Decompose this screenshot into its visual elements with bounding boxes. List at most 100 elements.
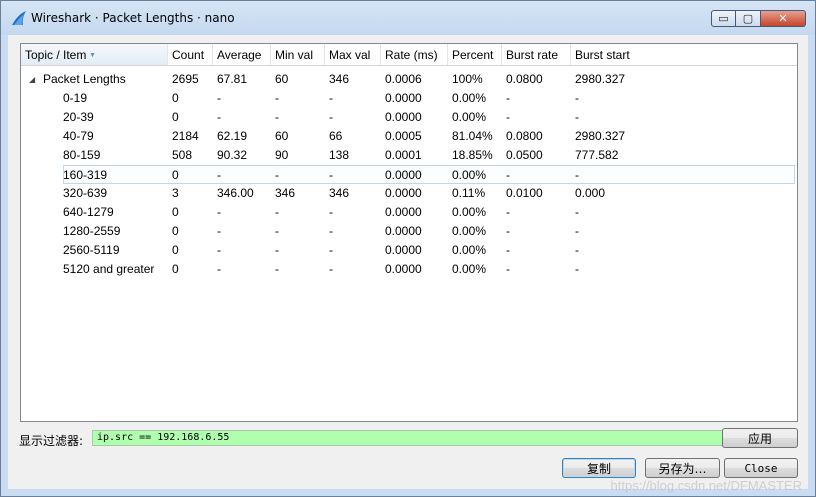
cell-burst-rate: - bbox=[506, 110, 510, 124]
cell-average: - bbox=[217, 91, 221, 105]
cell-burst-rate: - bbox=[506, 224, 510, 238]
cell-rate: 0.0000 bbox=[385, 205, 422, 219]
cell-burst-rate: - bbox=[506, 91, 510, 105]
table-row[interactable]: 640-1279 0 - - - 0.0000 0.00% - - bbox=[21, 203, 797, 222]
column-header-rate[interactable]: Rate (ms) bbox=[381, 44, 448, 65]
cell-average: 62.19 bbox=[217, 129, 248, 143]
cell-percent: 100% bbox=[452, 72, 483, 86]
cell-percent: 81.04% bbox=[452, 129, 493, 143]
column-header-average[interactable]: Average bbox=[213, 44, 271, 65]
cell-rate: 0.0000 bbox=[385, 91, 422, 105]
table-row[interactable]: 5120 and greater 0 - - - 0.0000 0.00% - - bbox=[21, 260, 797, 279]
table-row[interactable]: ◢ Packet Lengths 2695 67.81 60 346 0.0006 100% 0… bbox=[21, 70, 797, 89]
cell-topic: 1280-2559 bbox=[63, 224, 121, 238]
column-header-burst-start[interactable]: Burst start bbox=[571, 44, 797, 65]
cell-percent: 0.11% bbox=[452, 186, 486, 200]
cell-max-val: - bbox=[329, 205, 333, 219]
cell-min-val: - bbox=[275, 243, 279, 257]
table-header: Topic / Item ▼ Count Average Min val Max… bbox=[21, 44, 797, 66]
cell-average: - bbox=[217, 243, 221, 257]
apply-button[interactable]: 应用 bbox=[722, 428, 798, 448]
cell-percent: 0.00% bbox=[452, 205, 487, 219]
table-row[interactable]: 40-79 2184 62.19 60 66 0.0005 81.04% 0.0800 2980… bbox=[21, 127, 797, 146]
display-filter-input[interactable]: ip.src == 192.168.6.55 bbox=[92, 430, 724, 446]
cell-count: 0 bbox=[172, 243, 179, 257]
table-row[interactable]: 80-159 508 90.32 90 138 0.0001 18.85% 0.0500 777… bbox=[21, 146, 797, 165]
table-row[interactable]: 320-639 3 346.00 346 346 0.0000 0.11% 0.0100 0.0… bbox=[21, 184, 797, 203]
column-header-max-val[interactable]: Max val bbox=[325, 44, 381, 65]
stats-tree[interactable]: Topic / Item ▼ Count Average Min val Max… bbox=[20, 43, 798, 422]
cell-count: 0 bbox=[172, 91, 179, 105]
cell-rate: 0.0000 bbox=[385, 110, 422, 124]
table-row[interactable]: 160-319 0 - - - 0.0000 0.00% - - bbox=[63, 165, 795, 184]
maximize-button[interactable]: ▢ bbox=[736, 10, 761, 27]
cell-count: 0 bbox=[172, 110, 179, 124]
title-bar[interactable]: Wireshark · Packet Lengths · nano ▭ ▢ ✕ bbox=[1, 1, 815, 35]
table-row[interactable]: 0-19 0 - - - 0.0000 0.00% - - bbox=[21, 89, 797, 108]
cell-topic: 640-1279 bbox=[63, 205, 114, 219]
cell-burst-start: - bbox=[575, 262, 579, 276]
cell-max-val: 346 bbox=[329, 186, 350, 200]
cell-topic: 2560-5119 bbox=[63, 243, 120, 257]
cell-min-val: - bbox=[275, 205, 279, 219]
cell-burst-rate: 0.0100 bbox=[506, 186, 543, 200]
wireshark-fin-icon bbox=[12, 11, 26, 25]
cell-min-val: 60 bbox=[275, 129, 289, 143]
copy-button[interactable]: 复制 bbox=[562, 458, 636, 478]
cell-count: 508 bbox=[172, 148, 193, 162]
cell-burst-start: - bbox=[575, 168, 579, 182]
cell-average: - bbox=[217, 224, 221, 238]
cell-rate: 0.0000 bbox=[385, 262, 422, 276]
cell-burst-rate: - bbox=[506, 262, 510, 276]
column-header-burst-rate[interactable]: Burst rate bbox=[502, 44, 571, 65]
dialog-body: Topic / Item ▼ Count Average Min val Max… bbox=[8, 35, 808, 489]
cell-min-val: 90 bbox=[275, 148, 289, 162]
window-controls: ▭ ▢ ✕ bbox=[711, 10, 806, 28]
save-as-button[interactable]: 另存为… bbox=[645, 458, 720, 478]
cell-burst-start: - bbox=[575, 243, 579, 257]
cell-burst-start: 0.000 bbox=[575, 186, 606, 200]
close-window-button[interactable]: ✕ bbox=[761, 10, 806, 27]
table-row[interactable]: 2560-5119 0 - - - 0.0000 0.00% - - bbox=[21, 241, 797, 260]
cell-topic: 80-159 bbox=[63, 148, 101, 162]
column-header-percent[interactable]: Percent bbox=[448, 44, 502, 65]
cell-max-val: - bbox=[329, 168, 333, 182]
close-button[interactable]: Close bbox=[724, 458, 798, 478]
cell-topic: 40-79 bbox=[63, 129, 94, 143]
dialog-window: Wireshark · Packet Lengths · nano ▭ ▢ ✕ … bbox=[0, 0, 816, 497]
cell-percent: 18.85% bbox=[452, 148, 493, 162]
cell-average: - bbox=[217, 262, 221, 276]
cell-topic: 160-319 bbox=[63, 168, 108, 182]
cell-burst-rate: - bbox=[506, 243, 510, 257]
cell-percent: 0.00% bbox=[452, 262, 487, 276]
cell-min-val: 346 bbox=[275, 186, 296, 200]
cell-rate: 0.0000 bbox=[385, 224, 422, 238]
table-row[interactable]: 1280-2559 0 - - - 0.0000 0.00% - - bbox=[21, 222, 797, 241]
cell-burst-rate: - bbox=[506, 168, 510, 182]
cell-count: 0 bbox=[172, 205, 179, 219]
column-header-min-val[interactable]: Min val bbox=[271, 44, 325, 65]
maximize-icon: ▢ bbox=[742, 12, 754, 25]
cell-count: 0 bbox=[172, 262, 179, 276]
column-header-count[interactable]: Count bbox=[168, 44, 213, 65]
expanded-triangle-icon[interactable]: ◢ bbox=[29, 70, 35, 89]
cell-average: 346.00 bbox=[217, 186, 254, 200]
cell-burst-start: - bbox=[575, 224, 579, 238]
cell-average: - bbox=[217, 110, 221, 124]
cell-percent: 0.00% bbox=[452, 110, 487, 124]
column-header-topic[interactable]: Topic / Item ▼ bbox=[21, 44, 168, 65]
cell-average: - bbox=[217, 168, 221, 182]
window-title: Wireshark · Packet Lengths · nano bbox=[31, 11, 235, 25]
table-row[interactable]: 20-39 0 - - - 0.0000 0.00% - - bbox=[21, 108, 797, 127]
cell-topic: 0-19 bbox=[63, 91, 88, 105]
cell-average: 90.32 bbox=[217, 148, 248, 162]
cell-rate: 0.0000 bbox=[385, 186, 422, 200]
cell-burst-start: - bbox=[575, 110, 579, 124]
minimize-button[interactable]: ▭ bbox=[711, 10, 736, 27]
cell-min-val: 60 bbox=[275, 72, 289, 86]
cell-average: 67.81 bbox=[217, 72, 248, 86]
cell-max-val: - bbox=[329, 224, 333, 238]
cell-percent: 0.00% bbox=[452, 91, 487, 105]
cell-count: 0 bbox=[172, 224, 179, 238]
close-icon: ✕ bbox=[778, 12, 788, 25]
